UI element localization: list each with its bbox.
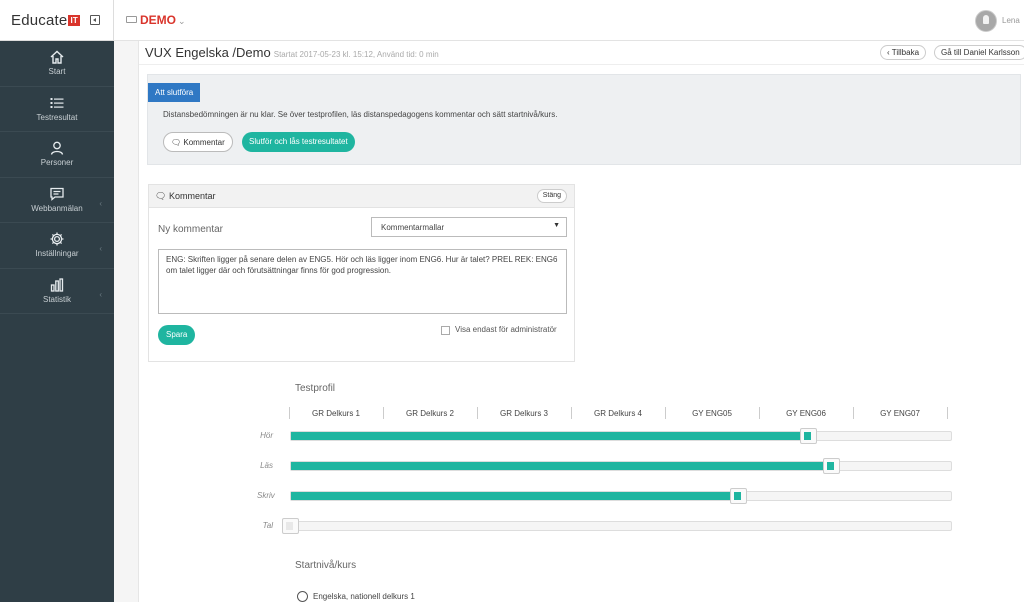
slider-handle[interactable] — [730, 488, 748, 504]
page-subtitle: Startat 2017-05-23 kl. 15:12, Använd tid… — [273, 50, 439, 59]
chevron-left-icon: ‹ — [99, 289, 102, 299]
new-comment-label: Ny kommentar — [158, 224, 224, 235]
close-button[interactable]: Stäng — [536, 189, 567, 203]
comment-textarea[interactable]: ENG: Skriften ligger på senare delen av … — [158, 249, 567, 314]
slider-tal[interactable] — [282, 518, 952, 534]
slider-fill — [291, 492, 740, 500]
skill-label-las: Läs — [260, 461, 273, 470]
start-level-option-label[interactable]: Engelska, nationell delkurs 1 — [313, 592, 415, 601]
sidebar-item-label: Webbanmälan — [31, 203, 83, 213]
logo[interactable]: Educate IT — [11, 12, 80, 29]
sidebar-item-statistik[interactable]: Statistik ‹ — [0, 269, 114, 314]
slider-handle[interactable] — [822, 458, 840, 474]
slider-handle[interactable] — [282, 518, 299, 534]
top-bar: DEMO ⌄ Lena — [114, 0, 1024, 41]
level-label: GR Delkurs 3 — [499, 409, 548, 418]
level-label: GR Delkurs 2 — [405, 409, 454, 418]
level-label: GY ENG06 — [786, 409, 826, 418]
list-icon — [0, 87, 114, 108]
level-label: GR Delkurs 1 — [311, 409, 360, 418]
comment-panel-header: 🗨︎ Kommentar Stäng — [149, 185, 574, 208]
level-label: GY ENG05 — [692, 409, 732, 418]
sidebar-item-label: Personer — [40, 158, 74, 167]
finish-and-lock-button[interactable]: Slutför och lås testresultatet — [242, 132, 355, 152]
sidebar-item-testresultat[interactable]: Testresultat — [0, 87, 114, 132]
people-icon — [0, 132, 114, 155]
org-name: DEMO — [140, 13, 176, 27]
sidebar-item-label: Start — [48, 67, 66, 76]
finish-alert: Att slutföra Distansbedömningen är nu kl… — [147, 74, 1021, 165]
comment-panel: 🗨︎ Kommentar Stäng Ny kommentar Kommenta… — [148, 184, 575, 362]
sidebar-item-label: Inställningar — [35, 249, 79, 258]
org-selector[interactable]: DEMO ⌄ — [126, 13, 186, 27]
admin-only-checkbox[interactable] — [441, 326, 450, 335]
chevron-down-icon: ⌄ — [178, 16, 186, 26]
page-header: VUX Engelska /Demo Startat 2017-05-23 kl.… — [139, 41, 1024, 65]
sidebar-item-webbanmalan[interactable]: Webbanmälan ‹ — [0, 178, 114, 223]
goto-button-label: Gå till Daniel Karlsson — [941, 48, 1020, 57]
alert-text: Distansbedömningen är nu klar. Se över t… — [163, 110, 558, 119]
slider-skriv[interactable] — [290, 488, 952, 504]
sidebar: Educate IT Start Testresultat Personer We… — [0, 0, 114, 602]
comment-icon: 🗨︎ — [155, 191, 169, 201]
alert-tab: Att slutföra — [148, 83, 201, 102]
logo-bar: Educate IT — [0, 0, 114, 41]
admin-only-label: Visa endast för administratör — [455, 325, 557, 334]
save-button[interactable]: Spara — [158, 325, 196, 345]
level-scale: GR Delkurs 1 GR Delkurs 2 GR Delkurs 3 G… — [289, 407, 953, 421]
logo-text: Educate — [11, 12, 68, 29]
user-name[interactable]: Lena — [1002, 16, 1020, 25]
gear-icon — [0, 223, 114, 246]
skill-label-tal: Tal — [262, 521, 273, 530]
avatar[interactable] — [975, 10, 997, 32]
scale-separator — [947, 407, 948, 419]
sidebar-item-start[interactable]: Start — [0, 41, 114, 87]
chevron-left-icon: ‹ — [99, 244, 102, 253]
comment-template-select[interactable]: Kommentarmallar ▼ — [371, 217, 567, 237]
template-select-value: Kommentarmallar — [381, 223, 445, 232]
dropdown-arrow-icon: ▼ — [553, 222, 560, 229]
comment-button-label: Kommentar — [183, 138, 225, 147]
skill-label-skriv: Skriv — [257, 491, 275, 500]
skill-label-hor: Hör — [260, 431, 273, 440]
slider-hor[interactable] — [290, 428, 952, 444]
comment-button[interactable]: 🗨︎ Kommentar — [163, 132, 233, 152]
level-label: GR Delkurs 4 — [593, 409, 642, 418]
slider-fill — [291, 432, 810, 440]
sidebar-item-personer[interactable]: Personer — [0, 132, 114, 178]
slider-handle[interactable] — [800, 428, 818, 444]
page-title: VUX Engelska /Demo Startat 2017-05-23 kl.… — [145, 45, 439, 60]
comment-panel-title-text: Kommentar — [168, 191, 216, 201]
chevron-left-icon: ‹ — [99, 198, 102, 208]
sidebar-item-label: Statistik — [42, 294, 71, 304]
comment-panel-title: 🗨︎ Kommentar — [155, 191, 215, 202]
test-profile-title: Testprofil — [295, 383, 336, 394]
start-level-radio[interactable] — [297, 591, 308, 602]
slider-las[interactable] — [290, 458, 952, 474]
sidebar-item-label: Testresultat — [36, 112, 78, 122]
back-button[interactable]: ‹ Tillbaka — [880, 45, 927, 60]
main-area: VUX Engelska /Demo Startat 2017-05-23 kl.… — [114, 41, 1024, 602]
start-level-title: Startnivå/kurs — [295, 560, 357, 571]
sidebar-item-installningar[interactable]: Inställningar ‹ — [0, 223, 114, 269]
level-label: GY ENG07 — [880, 409, 920, 418]
back-button-label: Tillbaka — [891, 48, 920, 57]
bar-chart-icon — [0, 269, 114, 292]
content-panel: VUX Engelska /Demo Startat 2017-05-23 kl.… — [138, 41, 1024, 602]
slider-fill — [291, 462, 832, 470]
monitor-icon — [126, 16, 137, 23]
message-icon — [0, 178, 114, 201]
comment-icon: 🗨︎ — [171, 138, 184, 147]
page-title-text: VUX Engelska /Demo — [145, 45, 271, 60]
logo-badge: IT — [68, 15, 80, 26]
home-icon — [0, 41, 114, 64]
collapse-sidebar-button[interactable] — [90, 15, 100, 25]
goto-person-button[interactable]: Gå till Daniel Karlsson — [934, 45, 1024, 60]
